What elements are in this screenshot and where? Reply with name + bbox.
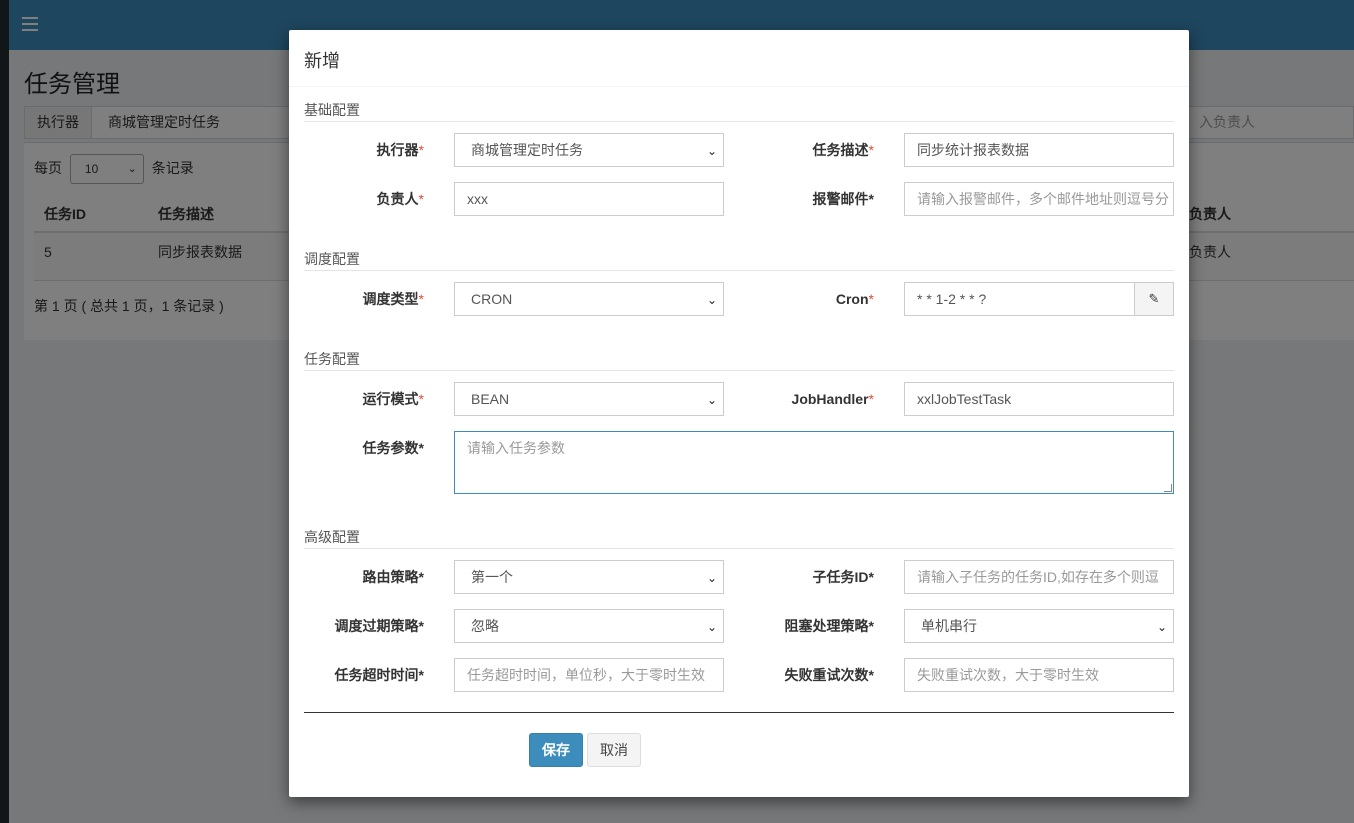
section-task-config: 任务配置 bbox=[304, 352, 1174, 371]
add-job-modal: 新增 基础配置 执行器* 商城管理定时任务 ⌄ 任务描述* 同步统计报表数据 负责… bbox=[289, 30, 1189, 797]
misfire-strategy-label: 调度过期策略* bbox=[334, 618, 424, 634]
timeout-input[interactable]: 任务超时时间，单位秒，大于零时生效 bbox=[454, 658, 724, 692]
cron-input[interactable]: * * 1-2 * * ? bbox=[904, 282, 1135, 316]
route-strategy-select[interactable]: 第一个 ⌄ bbox=[454, 560, 724, 594]
executor-select[interactable]: 商城管理定时任务 ⌄ bbox=[454, 133, 724, 167]
misfire-strategy-select[interactable]: 忽略 ⌄ bbox=[454, 609, 724, 643]
executor-label: 执行器* bbox=[376, 142, 424, 158]
form-divider bbox=[304, 712, 1174, 713]
job-desc-input[interactable]: 同步统计报表数据 bbox=[904, 133, 1174, 167]
block-strategy-label: 阻塞处理策略* bbox=[784, 618, 874, 634]
section-advanced-config: 高级配置 bbox=[304, 530, 1174, 549]
section-basic-config: 基础配置 bbox=[304, 103, 1174, 122]
resize-handle-icon[interactable] bbox=[1164, 484, 1172, 492]
job-handler-input[interactable]: xxlJobTestTask bbox=[904, 382, 1174, 416]
edit-icon: ✎ bbox=[1148, 291, 1160, 306]
schedule-type-select[interactable]: CRON ⌄ bbox=[454, 282, 724, 316]
chevron-down-icon: ⌄ bbox=[706, 293, 717, 307]
child-job-id-input[interactable]: 请输入子任务的任务ID,如存在多个则逗 bbox=[904, 560, 1174, 594]
timeout-label: 任务超时时间* bbox=[334, 667, 424, 683]
chevron-down-icon: ⌄ bbox=[706, 620, 717, 634]
alarm-email-label: 报警邮件* bbox=[812, 191, 874, 207]
glue-type-select[interactable]: BEAN ⌄ bbox=[454, 382, 724, 416]
chevron-down-icon: ⌄ bbox=[706, 144, 717, 158]
job-param-label: 任务参数* bbox=[362, 440, 424, 456]
cancel-button[interactable]: 取消 bbox=[587, 733, 641, 767]
chevron-down-icon: ⌄ bbox=[706, 571, 717, 585]
modal-title: 新增 bbox=[289, 30, 1189, 87]
author-input[interactable]: xxx bbox=[454, 182, 724, 216]
job-param-textarea[interactable]: 请输入任务参数 bbox=[454, 431, 1174, 494]
schedule-type-label: 调度类型* bbox=[362, 291, 424, 307]
block-strategy-select[interactable]: 单机串行 ⌄ bbox=[904, 609, 1174, 643]
fail-retry-label: 失败重试次数* bbox=[784, 667, 874, 683]
child-job-id-label: 子任务ID* bbox=[812, 569, 874, 585]
job-desc-label: 任务描述* bbox=[812, 142, 874, 158]
alarm-email-input[interactable]: 请输入报警邮件，多个邮件地址则逗号分 bbox=[904, 182, 1174, 216]
save-button[interactable]: 保存 bbox=[529, 733, 583, 767]
cron-label: Cron* bbox=[835, 291, 874, 307]
author-label: 负责人* bbox=[376, 191, 424, 207]
cron-editor-button[interactable]: ✎ bbox=[1134, 282, 1174, 316]
route-strategy-label: 路由策略* bbox=[362, 569, 424, 585]
section-schedule-config: 调度配置 bbox=[304, 252, 1174, 271]
job-handler-label: JobHandler* bbox=[791, 391, 874, 407]
chevron-down-icon: ⌄ bbox=[1156, 620, 1167, 634]
fail-retry-input[interactable]: 失败重试次数，大于零时生效 bbox=[904, 658, 1174, 692]
chevron-down-icon: ⌄ bbox=[706, 393, 717, 407]
glue-type-label: 运行模式* bbox=[362, 391, 424, 407]
